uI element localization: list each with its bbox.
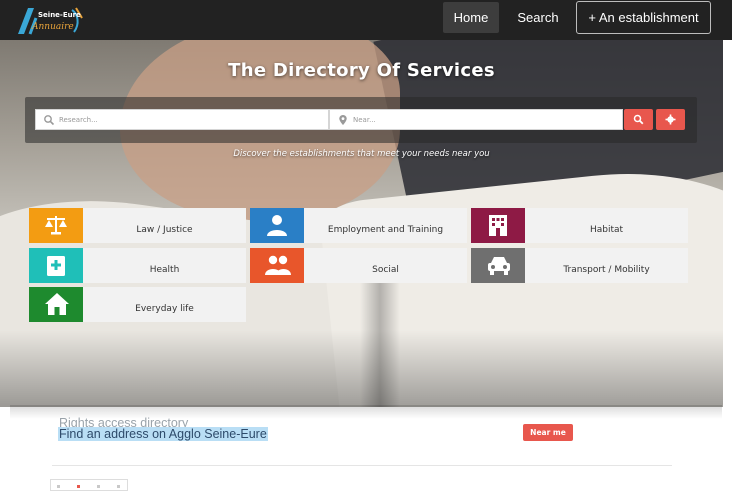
search-icon [44, 115, 55, 126]
home-icon [45, 293, 69, 315]
category-health[interactable]: Health [29, 248, 246, 283]
logo-mark [18, 7, 83, 35]
category-everyday-life[interactable]: Everyday life [29, 287, 246, 322]
category-label: Law / Justice [136, 225, 193, 235]
category-label: Habitat [589, 225, 624, 235]
near-input[interactable] [353, 111, 613, 128]
gear-icon [665, 114, 676, 125]
category-icon-box [29, 208, 83, 243]
research-field[interactable] [35, 109, 329, 130]
site-logo[interactable]: Seine-Eure Annuaire [14, 4, 86, 38]
people-icon [265, 255, 291, 275]
person-icon [267, 215, 287, 236]
category-label: Employment and Training [327, 225, 444, 235]
nav-search-link[interactable]: Search [510, 2, 566, 33]
hero-bg-shade [0, 330, 723, 407]
category-label: Everyday life [135, 304, 194, 314]
add-establishment-button[interactable]: + An establishment [576, 1, 711, 34]
hero-title: The Directory Of Services [228, 60, 495, 81]
category-icon-box [471, 208, 525, 243]
category-law-justice[interactable]: Law / Justice [29, 208, 246, 243]
section-heading: Find an address on Agglo Seine-Eure [58, 427, 268, 441]
pagination [50, 479, 128, 491]
scales-icon [45, 216, 67, 235]
category-icon-box [250, 248, 304, 283]
category-habitat[interactable]: Habitat [471, 208, 688, 243]
location-pin-icon [339, 115, 347, 125]
category-icon-box [29, 248, 83, 283]
logo-text-bottom: Annuaire [32, 22, 74, 32]
near-me-button[interactable]: Near me [523, 424, 573, 441]
near-field[interactable] [329, 109, 623, 130]
research-input[interactable] [59, 111, 319, 128]
category-icon-box [471, 248, 525, 283]
category-transport-mobility[interactable]: Transport / Mobility [471, 248, 688, 283]
category-label: Social [372, 265, 399, 275]
section-divider [52, 465, 672, 466]
search-submit-button[interactable] [624, 109, 653, 130]
settings-button[interactable] [656, 109, 685, 130]
building-icon [489, 215, 507, 236]
top-navbar: Seine-Eure Annuaire Home Search + An est… [0, 0, 732, 40]
category-label: Transport / Mobility [563, 265, 650, 275]
hero-tagline: Discover the establishments that meet yo… [233, 149, 490, 159]
logo-text-top: Seine-Eure [38, 11, 81, 19]
nav-home-link[interactable]: Home [443, 2, 499, 33]
car-icon [488, 257, 510, 275]
search-bar [25, 97, 697, 143]
category-employment-training[interactable]: Employment and Training [250, 208, 467, 243]
category-icon-box [250, 208, 304, 243]
category-icon-box [29, 287, 83, 322]
hero-banner: The Directory Of Services Research... Ne… [0, 40, 723, 407]
medical-kit-icon [47, 256, 65, 276]
category-social[interactable]: Social [250, 248, 467, 283]
search-icon [633, 114, 644, 125]
category-label: Health [149, 265, 180, 275]
